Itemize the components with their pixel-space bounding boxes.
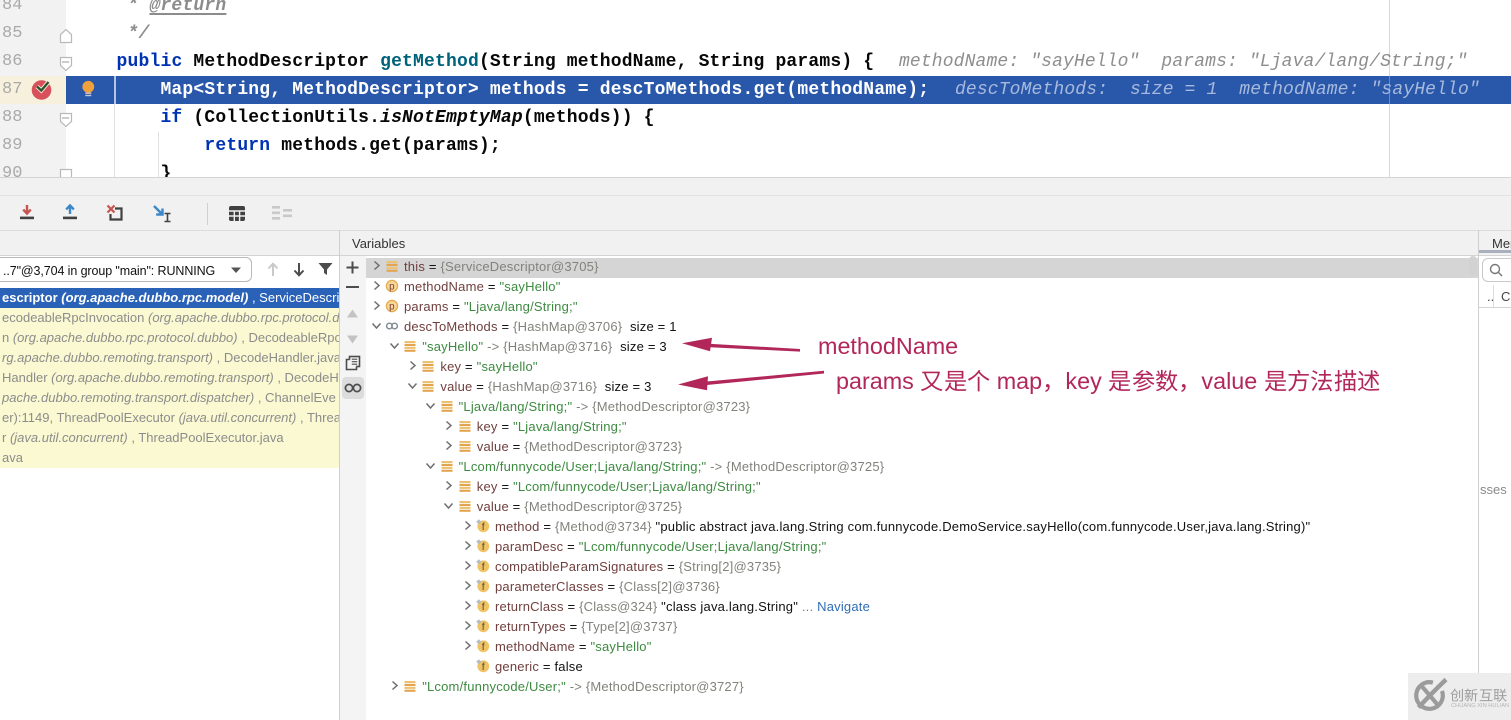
- svg-text:f: f: [482, 641, 485, 653]
- svg-text:p: p: [389, 301, 395, 312]
- svg-text:f: f: [482, 561, 485, 573]
- svg-text:f: f: [482, 541, 485, 553]
- svg-text:f: f: [482, 581, 485, 593]
- svg-text:f: f: [482, 661, 485, 673]
- svg-text:f: f: [482, 621, 485, 633]
- svg-text:f: f: [482, 601, 485, 613]
- svg-text:p: p: [389, 281, 395, 292]
- svg-text:f: f: [482, 521, 485, 533]
